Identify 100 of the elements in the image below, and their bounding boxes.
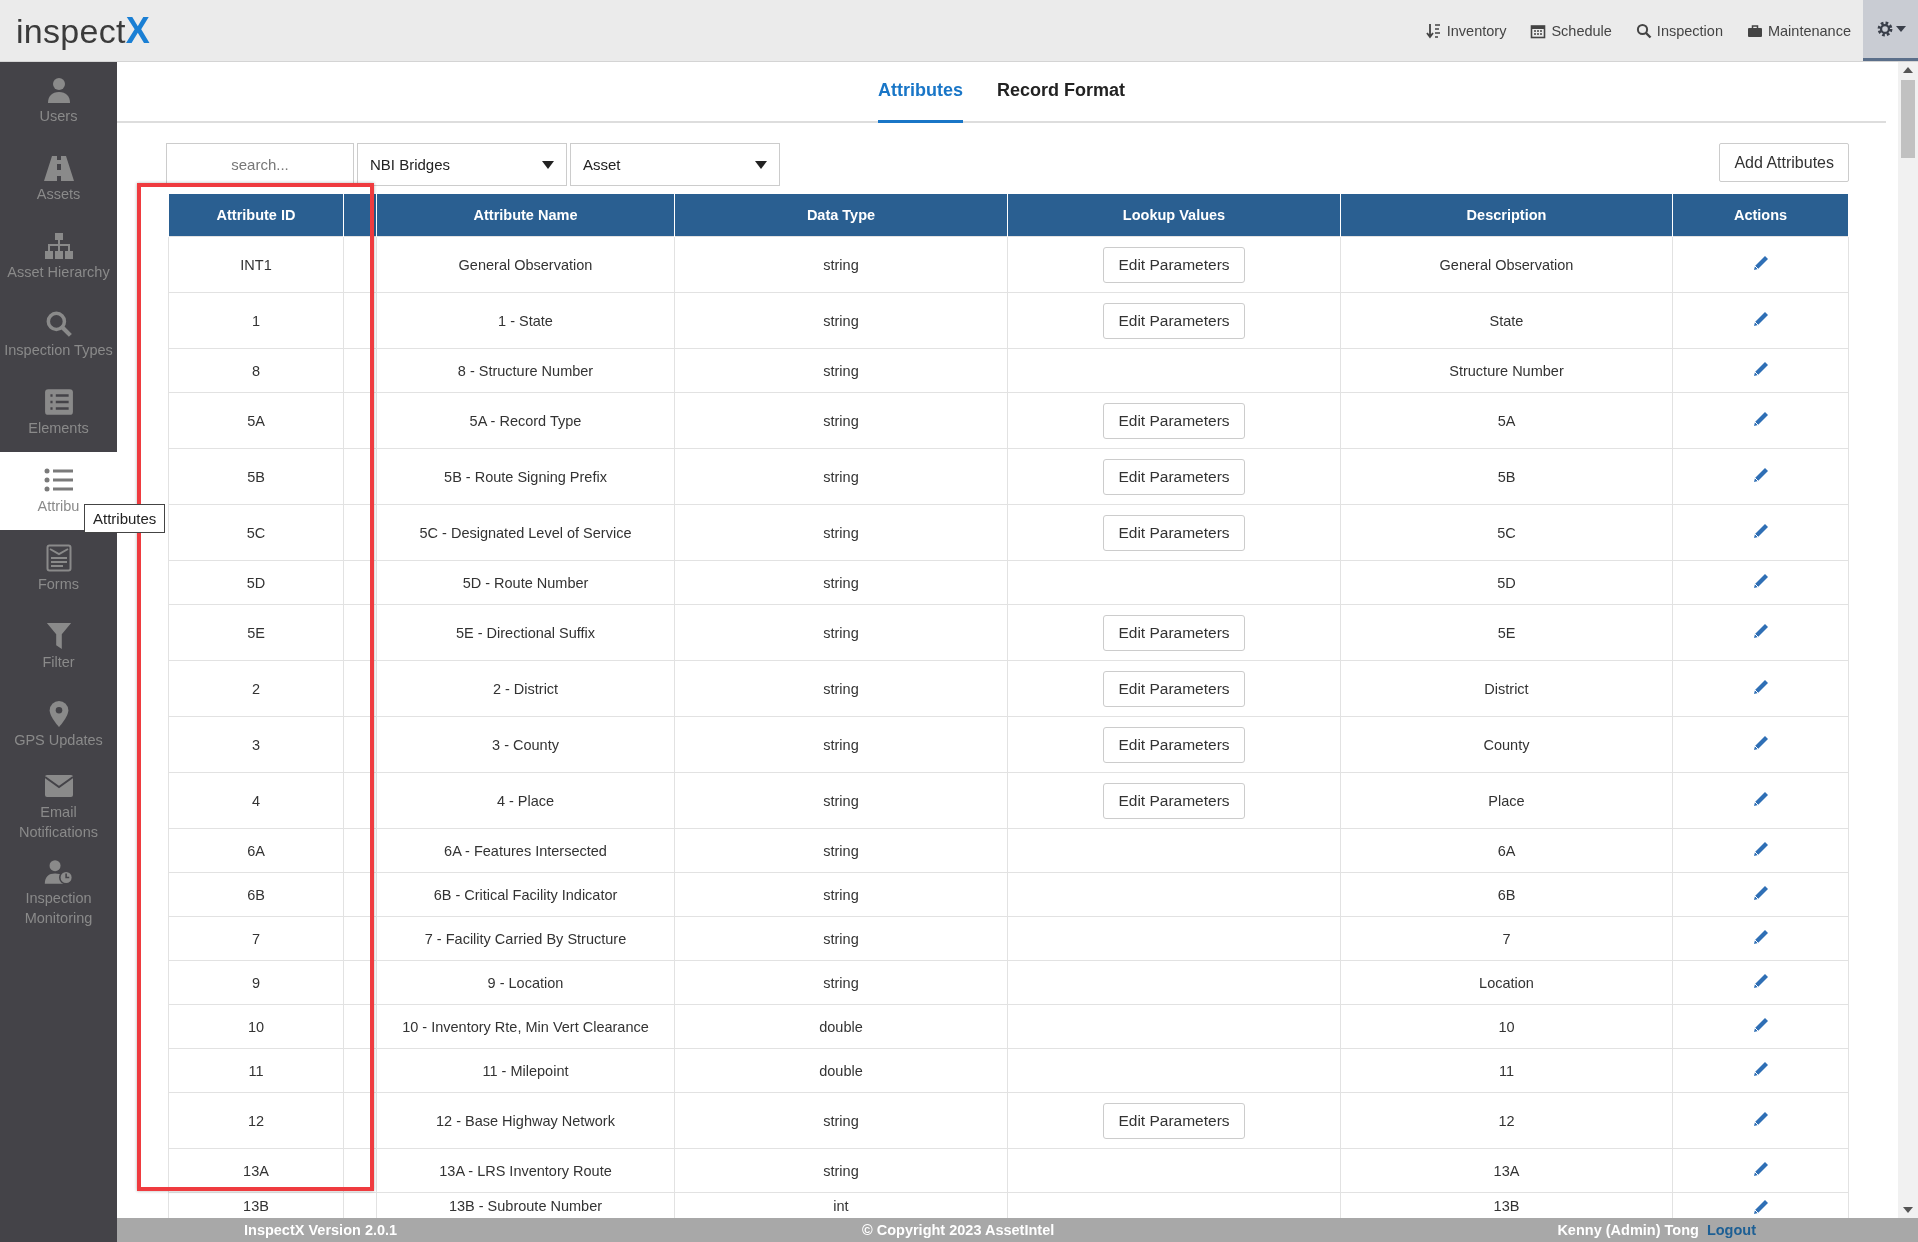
table-cell: 5B - Route Signing Prefix — [376, 448, 675, 505]
settings-button[interactable] — [1863, 0, 1918, 61]
edit-icon[interactable] — [1751, 572, 1770, 590]
table-cell: 6B — [168, 872, 344, 917]
table-cell: string — [674, 236, 1008, 293]
table-cell: 5D — [1340, 560, 1673, 605]
edit-icon[interactable] — [1751, 466, 1770, 484]
edit-icon[interactable] — [1751, 1160, 1770, 1178]
table-cell: 10 — [168, 1004, 344, 1049]
table-cell: string — [674, 828, 1008, 873]
table-cell: State — [1340, 292, 1673, 349]
table-cell: string — [674, 660, 1008, 717]
edit-icon[interactable] — [1751, 310, 1770, 328]
tab[interactable]: Attributes — [878, 62, 963, 123]
edit-icon[interactable] — [1751, 678, 1770, 696]
table-cell: string — [674, 292, 1008, 349]
edit-icon[interactable] — [1751, 1060, 1770, 1078]
table-cell: 13A - LRS Inventory Route — [376, 1148, 675, 1193]
caret-icon — [1895, 26, 1906, 32]
edit-icon[interactable] — [1751, 254, 1770, 272]
edit-icon[interactable] — [1751, 884, 1770, 902]
caret-icon — [542, 160, 554, 169]
table-cell: 4 — [168, 772, 344, 829]
edit-parameters-button[interactable]: Edit Parameters — [1103, 726, 1245, 763]
edit-icon[interactable] — [1751, 734, 1770, 752]
edit-parameters-button[interactable]: Edit Parameters — [1103, 782, 1245, 819]
edit-icon[interactable] — [1751, 1110, 1770, 1128]
edit-icon[interactable] — [1751, 360, 1770, 378]
edit-icon[interactable] — [1751, 522, 1770, 540]
table-cell: string — [674, 960, 1008, 1005]
edit-icon[interactable] — [1751, 790, 1770, 808]
edit-parameters-button[interactable]: Edit Parameters — [1103, 670, 1245, 707]
toolbox-icon — [1746, 22, 1763, 39]
table-cell: string — [674, 772, 1008, 829]
nav-link[interactable]: Inspection — [1635, 22, 1723, 39]
tab[interactable]: Record Format — [997, 62, 1125, 123]
user-name: Kenny (Admin) Tong — [1557, 1222, 1699, 1238]
table-cell: 5E - Directional Suffix — [376, 604, 675, 661]
scroll-up-icon[interactable] — [1903, 67, 1913, 73]
edit-parameters-button[interactable]: Edit Parameters — [1103, 514, 1245, 551]
edit-icon[interactable] — [1751, 1198, 1770, 1216]
copyright-text: © Copyright 2023 AssetIntel — [862, 1222, 1055, 1238]
table-cell: 7 — [168, 916, 344, 961]
table-cell: 2 - District — [376, 660, 675, 717]
edit-icon[interactable] — [1751, 410, 1770, 428]
table-cell: 5B — [168, 448, 344, 505]
table-cell: 9 - Location — [376, 960, 675, 1005]
table-cell: string — [674, 348, 1008, 393]
table-cell: 6B - Critical Facility Indicator — [376, 872, 675, 917]
column-header: Description — [1340, 194, 1673, 237]
scrollbar[interactable] — [1898, 62, 1918, 1218]
scrollbar-thumb[interactable] — [1901, 80, 1915, 158]
table-cell: 13A — [1340, 1148, 1673, 1193]
column-header: Lookup Values — [1007, 194, 1341, 237]
edit-parameters-button[interactable]: Edit Parameters — [1103, 1102, 1245, 1139]
table-cell: double — [674, 1004, 1008, 1049]
edit-parameters-button[interactable]: Edit Parameters — [1103, 402, 1245, 439]
scroll-down-icon[interactable] — [1903, 1207, 1913, 1213]
table-cell: 5D — [168, 560, 344, 605]
table-cell: 7 - Facility Carried By Structure — [376, 916, 675, 961]
table-cell: 5C — [168, 504, 344, 561]
user-clock-icon — [43, 857, 74, 886]
table-cell: General Observation — [376, 236, 675, 293]
tooltip: Attributes — [84, 504, 166, 533]
table-cell: 11 — [168, 1048, 344, 1093]
nav-link[interactable]: Inventory — [1425, 22, 1507, 39]
road-icon — [43, 153, 74, 182]
edit-icon[interactable] — [1751, 622, 1770, 640]
dropdown[interactable]: Asset — [570, 143, 780, 186]
edit-icon[interactable] — [1751, 1016, 1770, 1034]
edit-parameters-button[interactable]: Edit Parameters — [1103, 302, 1245, 339]
table-cell: 5C — [1340, 504, 1673, 561]
table-cell: 6A - Features Intersected — [376, 828, 675, 873]
edit-parameters-button[interactable]: Edit Parameters — [1103, 614, 1245, 651]
table-cell: string — [674, 1092, 1008, 1149]
table-cell: string — [674, 1148, 1008, 1193]
edit-parameters-button[interactable]: Edit Parameters — [1103, 246, 1245, 283]
hierarchy-icon — [43, 231, 74, 260]
table-cell: 12 — [1340, 1092, 1673, 1149]
search-field[interactable]: search... — [166, 143, 354, 186]
table-cell: 5B — [1340, 448, 1673, 505]
table-cell: 13A — [168, 1148, 344, 1193]
caret-icon — [755, 160, 767, 169]
edit-icon[interactable] — [1751, 972, 1770, 990]
search-icon — [1635, 22, 1652, 39]
column-header: Data Type — [674, 194, 1008, 237]
edit-icon[interactable] — [1751, 840, 1770, 858]
table-cell: 1 — [168, 292, 344, 349]
version-text: InspectX Version 2.0.1 — [244, 1222, 398, 1238]
table-cell: 12 - Base Highway Network — [376, 1092, 675, 1149]
table-cell: 4 - Place — [376, 772, 675, 829]
add-attributes-button[interactable]: Add Attributes — [1719, 143, 1849, 182]
edit-icon[interactable] — [1751, 928, 1770, 946]
table-cell: General Observation — [1340, 236, 1673, 293]
table-cell: 5D - Route Number — [376, 560, 675, 605]
dropdown[interactable]: NBI Bridges — [357, 143, 567, 186]
nav-link[interactable]: Maintenance — [1746, 22, 1851, 39]
nav-link[interactable]: Schedule — [1530, 22, 1612, 39]
edit-parameters-button[interactable]: Edit Parameters — [1103, 458, 1245, 495]
table-cell: 1 - State — [376, 292, 675, 349]
